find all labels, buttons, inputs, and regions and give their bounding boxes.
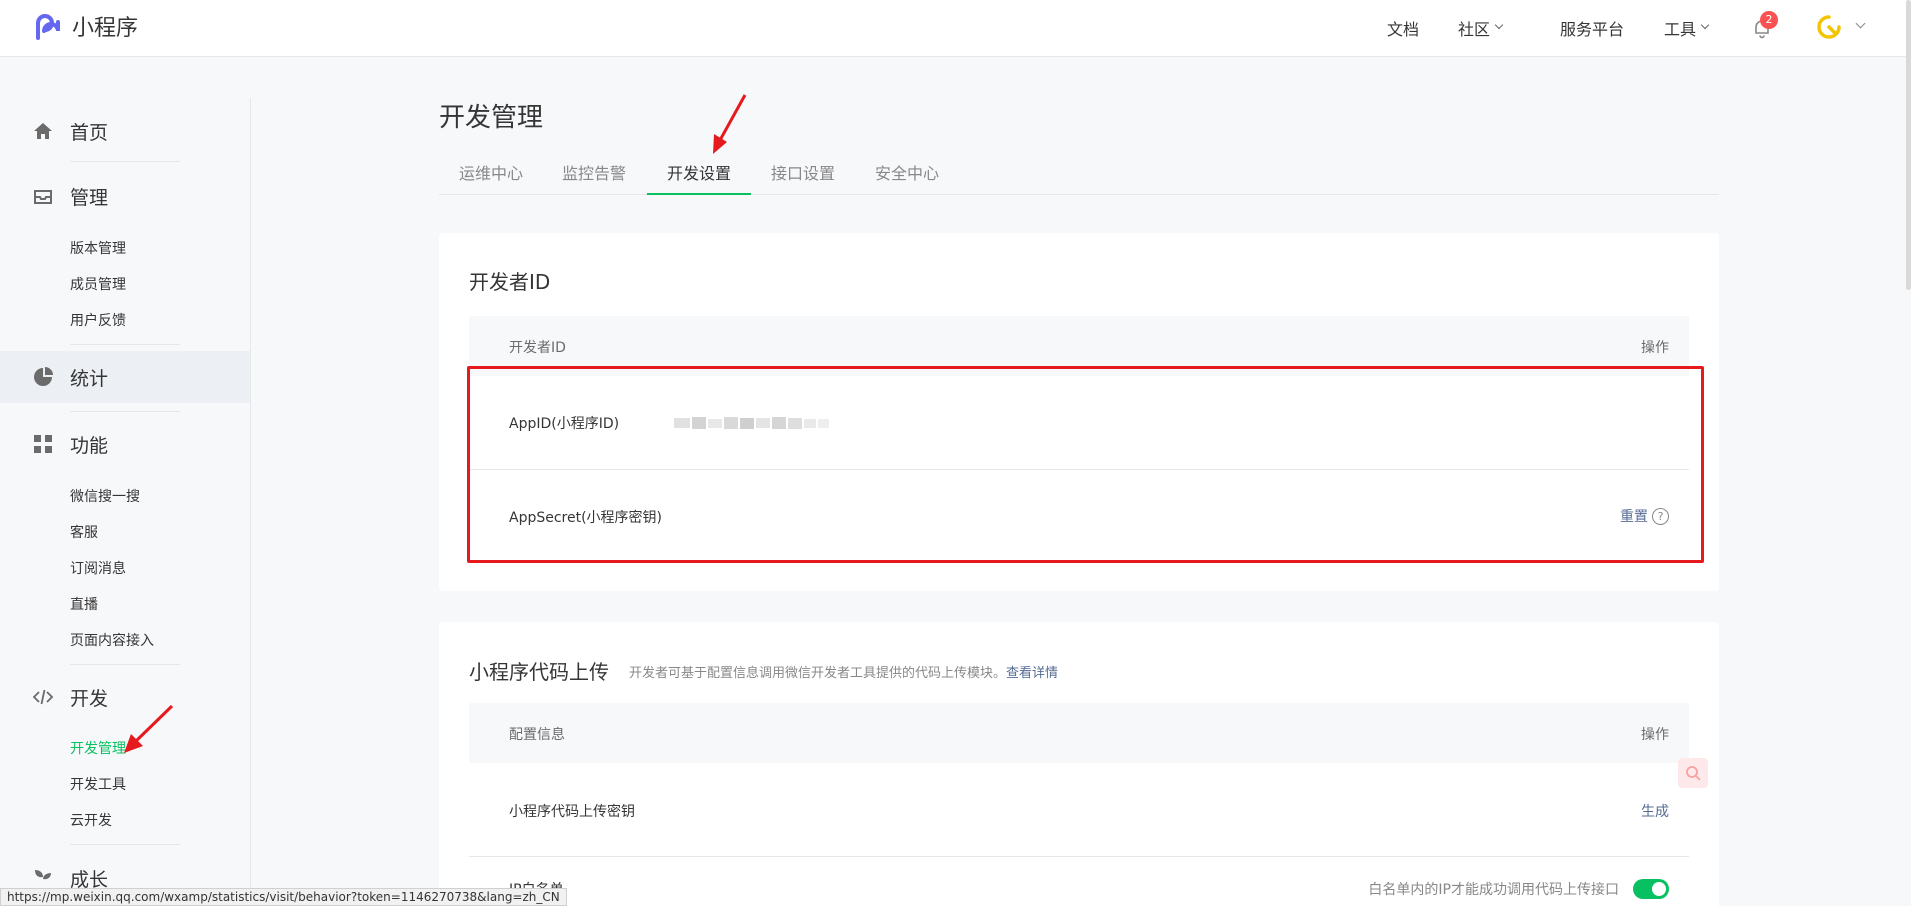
tab-bar: 运维中心 监控告警 开发设置 接口设置 安全中心 (439, 153, 1719, 195)
sidebar-section-label: 首页 (70, 121, 109, 144)
tab-ops-center[interactable]: 运维中心 (439, 153, 543, 195)
nav-service-platform[interactable]: 服务平台 (1560, 0, 1624, 56)
leaf-icon (32, 867, 54, 889)
sidebar-divider (70, 344, 180, 345)
notification-badge: 2 (1760, 11, 1778, 29)
ip-whitelist-hint: 白名单内的IP才能成功调用代码上传接口 (1368, 882, 1619, 898)
sidebar-section-manage[interactable]: 管理 (0, 172, 250, 220)
sidebar-section-statistics[interactable]: 统计 (0, 351, 250, 403)
inbox-icon (32, 185, 54, 207)
column-header: 操作 (1641, 727, 1669, 743)
pie-chart-icon (32, 366, 54, 388)
sidebar-item-member-manage[interactable]: 成员管理 (70, 274, 126, 294)
table-row-ip-whitelist: IP白名单 白名单内的IP才能成功调用代码上传接口 (469, 857, 1689, 906)
nav-docs-label: 文档 (1387, 20, 1420, 39)
sidebar-item-version-manage[interactable]: 版本管理 (70, 238, 126, 258)
column-header: 开发者ID (509, 340, 566, 356)
chevron-down-icon (1700, 20, 1710, 30)
sidebar-section-label: 管理 (70, 186, 109, 209)
home-icon (32, 120, 54, 142)
card-description-text: 开发者可基于配置信息调用微信开发者工具提供的代码上传模块。 (629, 666, 1007, 681)
annotation-arrow-icon (713, 94, 747, 154)
grid-icon (32, 433, 54, 455)
nav-community[interactable]: 社区 (1458, 0, 1504, 56)
mini-program-logo-icon (36, 14, 60, 40)
tab-security-center[interactable]: 安全中心 (855, 153, 959, 195)
sidebar-divider (70, 411, 180, 412)
sidebar-section-features[interactable]: 功能 (0, 420, 250, 468)
logo[interactable]: 小程序 (32, 10, 138, 42)
sidebar-item-customer-service[interactable]: 客服 (70, 522, 98, 542)
code-icon (32, 686, 54, 708)
annotation-arrow-icon (124, 704, 174, 753)
sidebar-section-label: 开发 (70, 687, 109, 710)
sidebar-item-dev-tools[interactable]: 开发工具 (70, 774, 126, 794)
column-header: 配置信息 (509, 727, 565, 743)
nav-community-label: 社区 (1458, 20, 1491, 39)
view-details-link[interactable]: 查看详情 (1006, 666, 1058, 681)
ip-whitelist-toggle[interactable] (1633, 879, 1669, 899)
card-description: 开发者可基于配置信息调用微信开发者工具提供的代码上传模块。查看详情 (629, 662, 1058, 681)
generate-link[interactable]: 生成 (1641, 801, 1669, 821)
sidebar-divider (70, 844, 180, 845)
sidebar-item-cloud-dev[interactable]: 云开发 (70, 810, 112, 830)
sidebar-item-live[interactable]: 直播 (70, 594, 98, 614)
sidebar-divider (70, 161, 180, 162)
sidebar-section-home[interactable]: 首页 (0, 107, 250, 155)
card-title: 小程序代码上传 (469, 660, 609, 684)
browser-status-bar: https://mp.weixin.qq.com/wxamp/statistic… (0, 888, 567, 906)
tab-monitoring-alerts[interactable]: 监控告警 (542, 153, 646, 195)
table-header: 配置信息 操作 (469, 703, 1689, 763)
nav-docs[interactable]: 文档 (1387, 0, 1419, 56)
chevron-down-icon (1494, 20, 1504, 30)
page-scrollbar[interactable] (1906, 0, 1911, 290)
sidebar-item-wechat-search[interactable]: 微信搜一搜 (70, 486, 140, 506)
sidebar-item-subscription-message[interactable]: 订阅消息 (70, 558, 126, 578)
account-avatar-icon[interactable] (1816, 14, 1842, 40)
nav-tools-label: 工具 (1664, 20, 1697, 39)
sidebar-section-label: 统计 (70, 367, 109, 390)
tab-api-settings[interactable]: 接口设置 (751, 153, 855, 195)
sidebar: 首页 管理 版本管理 成员管理 用户反馈 统计 功能 微信搜一搜 客服 订阅消息… (0, 98, 251, 906)
sidebar-section-label: 功能 (70, 434, 109, 457)
row-label: 小程序代码上传密钥 (509, 804, 635, 820)
sidebar-divider (70, 664, 180, 665)
sidebar-item-user-feedback[interactable]: 用户反馈 (70, 310, 126, 330)
highlight-box (467, 366, 1704, 563)
page-title: 开发管理 (439, 103, 544, 133)
floating-search-icon[interactable] (1678, 758, 1708, 788)
nav-service-platform-label: 服务平台 (1560, 20, 1625, 39)
top-bar: 小程序 文档 社区 服务平台 工具 2 (0, 0, 1911, 57)
card-title: 开发者ID (469, 270, 551, 294)
code-upload-card: 小程序代码上传 开发者可基于配置信息调用微信开发者工具提供的代码上传模块。查看详… (439, 622, 1719, 906)
nav-tools[interactable]: 工具 (1664, 0, 1710, 56)
column-header: 操作 (1641, 340, 1669, 356)
sidebar-item-page-content[interactable]: 页面内容接入 (70, 630, 154, 650)
chevron-down-icon[interactable] (1855, 18, 1866, 29)
logo-text: 小程序 (72, 16, 139, 41)
table-row-upload-key: 小程序代码上传密钥 生成 (469, 763, 1689, 857)
